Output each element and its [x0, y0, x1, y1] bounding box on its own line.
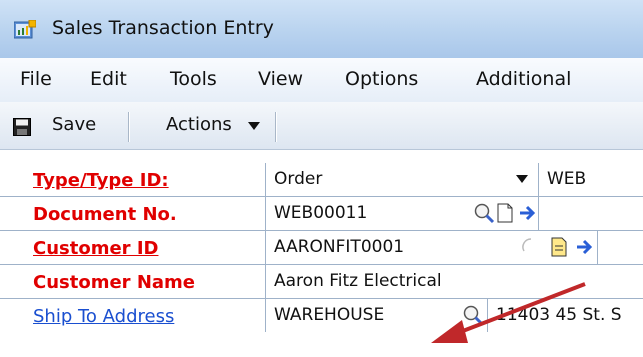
spinner-icon [522, 238, 532, 252]
type-value: Order [274, 169, 323, 189]
menu-tools[interactable]: Tools [170, 68, 217, 90]
window-title: Sales Transaction Entry [52, 17, 274, 39]
column-divider [538, 197, 539, 230]
ship-to-address-field[interactable]: 11403 45 St. S [487, 299, 643, 332]
dropdown-arrow-icon[interactable] [248, 122, 260, 130]
app-icon [14, 20, 36, 39]
expand-arrow-icon[interactable] [517, 202, 539, 224]
type-select[interactable]: Order [265, 163, 538, 196]
customer-id-value: AARONFIT0001 [274, 237, 405, 257]
ship-to-value: WAREHOUSE [274, 305, 385, 325]
customer-name-value: Aaron Fitz Electrical [274, 271, 442, 291]
lookup-icon[interactable] [473, 202, 495, 224]
customer-name-label: Customer Name [33, 272, 195, 293]
menu-options[interactable]: Options [345, 68, 418, 90]
ship-to-address-label[interactable]: Ship To Address [33, 306, 174, 327]
ship-to-field[interactable]: WAREHOUSE [265, 299, 458, 332]
save-button[interactable]: Save [52, 114, 96, 135]
menu-additional[interactable]: Additional [476, 68, 571, 90]
note-icon[interactable] [548, 236, 570, 258]
ship-to-address-value: 11403 45 St. S [496, 305, 622, 325]
chevron-down-icon[interactable] [516, 175, 528, 183]
transaction-form: Type/Type ID: Order WEB Document No. WEB… [0, 150, 643, 357]
lookup-icon[interactable] [462, 304, 484, 326]
customer-name-row: Customer Name Aaron Fitz Electrical [0, 265, 643, 299]
document-no-value: WEB00011 [274, 203, 368, 223]
expand-arrow-icon[interactable] [574, 236, 596, 258]
menu-view[interactable]: View [258, 68, 303, 90]
document-no-field[interactable]: WEB00011 [265, 197, 643, 230]
save-icon[interactable] [13, 118, 31, 136]
menu-bar: File Edit Tools View Options Additional [0, 58, 643, 102]
toolbar-separator [275, 112, 276, 142]
document-no-label: Document No. [33, 204, 177, 225]
customer-id-row: Customer ID AARONFIT0001 [0, 231, 643, 265]
note-icon[interactable] [494, 202, 516, 224]
document-no-row: Document No. WEB00011 [0, 197, 643, 231]
ship-to-row: Ship To Address WAREHOUSE 11403 45 St. S [0, 299, 643, 333]
type-id-row: Type/Type ID: Order WEB [0, 163, 643, 197]
column-divider [597, 231, 598, 264]
toolbar-separator [128, 112, 129, 142]
toolbar: Save Actions [0, 102, 643, 150]
menu-edit[interactable]: Edit [90, 68, 127, 90]
type-id-field[interactable]: WEB [538, 163, 643, 196]
type-id-value: WEB [547, 169, 587, 189]
customer-name-field[interactable]: Aaron Fitz Electrical [265, 265, 643, 298]
title-bar: Sales Transaction Entry [0, 0, 643, 58]
customer-id-label[interactable]: Customer ID [33, 238, 158, 259]
actions-button[interactable]: Actions [166, 114, 232, 135]
type-id-label[interactable]: Type/Type ID: [33, 170, 169, 191]
menu-file[interactable]: File [20, 68, 52, 90]
